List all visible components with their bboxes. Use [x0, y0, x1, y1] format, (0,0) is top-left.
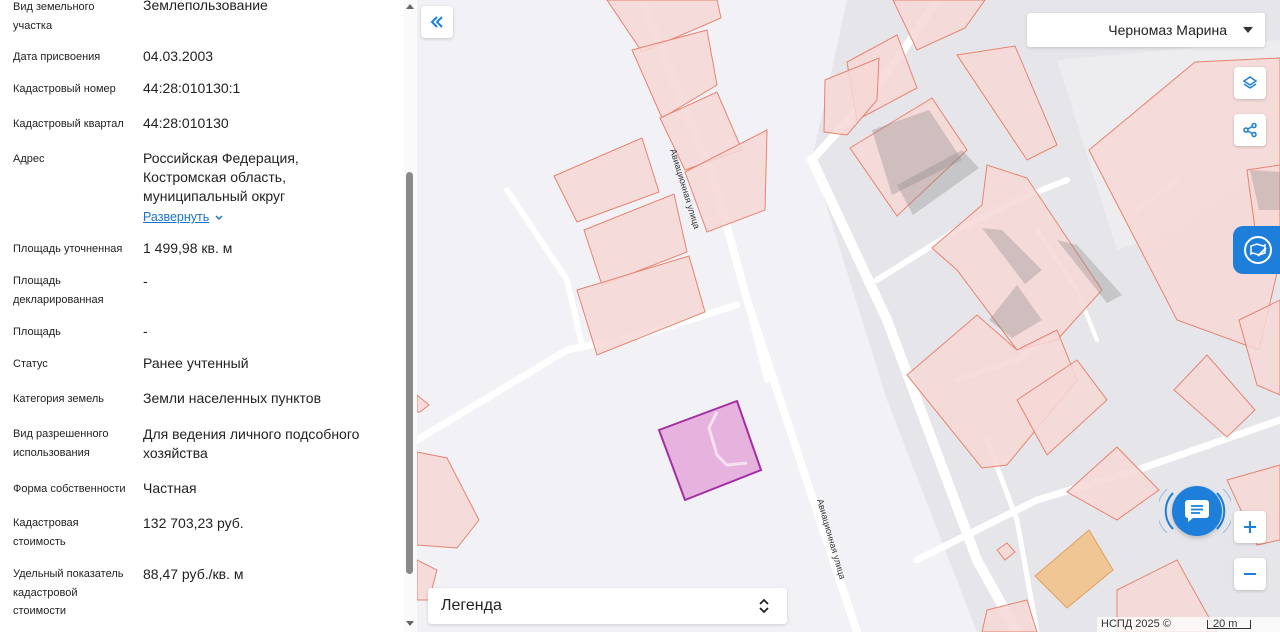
layers-icon — [1242, 76, 1258, 89]
user-dropdown[interactable]: Черномаз Марина — [1027, 13, 1265, 47]
zoom-out-button[interactable] — [1234, 558, 1266, 590]
plus-icon — [1244, 521, 1256, 533]
double-chevron-left-icon — [430, 16, 443, 28]
property-label: Кадастровый номер — [13, 83, 116, 95]
chat-button[interactable] — [1172, 486, 1222, 536]
property-label: Вид земельного участка — [13, 1, 95, 32]
property-value: 04.03.2003 — [143, 48, 214, 64]
caret-down-icon — [1243, 27, 1253, 33]
property-value: - — [143, 273, 148, 289]
property-value: Для ведения личного подсобного хозяйства — [143, 426, 360, 461]
selected-parcel[interactable] — [657, 399, 763, 502]
legend-label: Легенда — [441, 597, 502, 614]
collapse-panel-button[interactable] — [421, 6, 453, 38]
property-label: Площадь — [13, 326, 61, 338]
property-value: 1 499,98 кв. м — [143, 240, 233, 256]
property-value: 132 703,23 руб. — [143, 515, 244, 531]
minus-icon — [1244, 573, 1256, 575]
property-value: Земли населенных пунктов — [143, 390, 322, 406]
chat-icon — [1185, 500, 1209, 522]
user-name: Черномаз Марина — [1108, 22, 1227, 38]
chevron-down-icon[interactable] — [214, 213, 224, 223]
property-label: Дата присвоения — [13, 51, 101, 63]
property-label: Площадь уточненная — [13, 243, 123, 255]
property-label: Удельный показатель кадастровой стоимост… — [13, 568, 124, 617]
scroll-down-arrow-icon[interactable] — [405, 620, 415, 628]
property-label: Вид разрешенного использования — [13, 428, 109, 459]
property-value: - — [143, 323, 148, 339]
property-label: Категория земель — [13, 393, 104, 405]
zoom-in-button[interactable] — [1234, 511, 1266, 543]
property-value: Ранее учтенный — [143, 355, 249, 371]
property-value: Российская Федерация, Костромская област… — [143, 150, 299, 204]
property-label: Форма собственности — [13, 483, 126, 495]
street-label: Авиационная улица — [815, 498, 848, 581]
property-value: 44:28:010130:1 — [143, 80, 241, 96]
property-label: Адрес — [13, 153, 45, 165]
property-value: Землепользование — [143, 0, 268, 13]
cadastral-map[interactable]: Авиационная улица Авиационная улица Черн… — [417, 0, 1280, 632]
scale-label: 20 m — [1213, 618, 1238, 630]
property-value: Частная — [143, 480, 197, 496]
scroll-up-arrow-icon[interactable] — [405, 2, 415, 10]
feedback-widget[interactable] — [1233, 226, 1280, 274]
map-canvas[interactable]: Авиационная улица Авиационная улица — [417, 0, 1280, 632]
property-label: Кадастровая стоимость — [13, 517, 79, 548]
property-value: 88,47 руб./кв. м — [143, 566, 244, 582]
layers-button[interactable] — [1234, 67, 1266, 99]
property-value: 44:28:010130 — [143, 115, 229, 131]
map-attribution: НСПД 2025 © 20 m — [1097, 617, 1280, 632]
scrollbar-thumb[interactable] — [406, 172, 413, 574]
map-edit-icon — [1244, 236, 1272, 264]
legend-toggle-bar[interactable]: Легенда — [428, 588, 787, 624]
attribution-text: НСПД 2025 © — [1101, 618, 1171, 630]
property-panel: Вид земельного участка Землепользование … — [0, 0, 417, 632]
expand-address-link[interactable]: Развернуть — [143, 210, 209, 224]
property-label: Статус — [13, 358, 48, 370]
property-label: Площадь декларированная — [13, 275, 104, 306]
property-label: Кадастровый квартал — [13, 118, 124, 130]
expand-collapse-icon — [759, 598, 769, 614]
share-button[interactable] — [1234, 114, 1266, 146]
share-icon — [1243, 122, 1257, 138]
